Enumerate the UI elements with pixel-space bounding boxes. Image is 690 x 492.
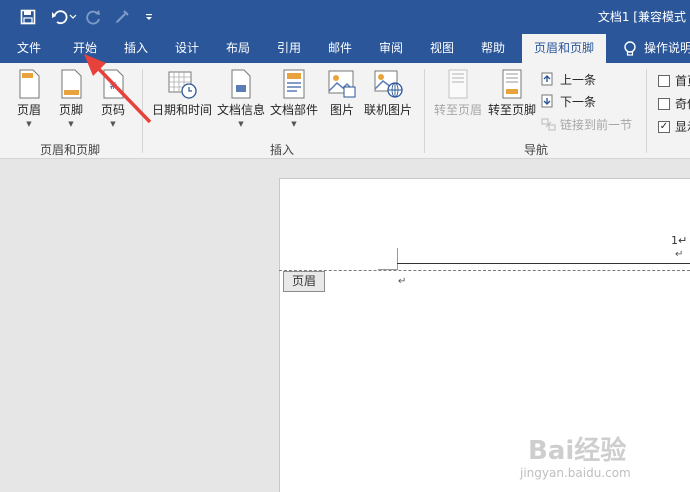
baidu-watermark: Bai经验 jingyan.baidu.com	[520, 430, 685, 490]
tab-header-footer[interactable]: 页眉和页脚	[522, 34, 606, 63]
tab-layout[interactable]: 布局	[215, 34, 261, 63]
page-number-button[interactable]: # 页码 ▼	[96, 69, 130, 128]
link-to-previous-button[interactable]: 链接到前一节	[541, 116, 632, 133]
svg-text:#: #	[109, 81, 117, 92]
group-label-navigation: 导航	[523, 143, 548, 157]
go-to-header-button[interactable]: 转至页眉	[432, 69, 484, 118]
tell-me-search[interactable]: 操作说明	[644, 34, 690, 63]
different-first-page-checkbox[interactable]: 首页	[658, 72, 690, 89]
tab-file[interactable]: 文件	[6, 34, 52, 63]
margin-marker	[397, 248, 398, 270]
checkbox-box	[658, 74, 670, 87]
ribbon-panel: 页眉 ▼ 页脚 ▼ # 页码 ▼ 页眉和页脚 日期和时间 文档信息 ▼ 文档部件…	[0, 63, 690, 159]
document-info-icon	[231, 69, 251, 99]
watermark-url: jingyan.baidu.com	[520, 466, 631, 480]
group-separator	[142, 69, 143, 153]
link-icon	[541, 118, 556, 130]
watermark-logo: Bai经验	[528, 436, 627, 466]
next-section-button[interactable]: 下一条	[541, 93, 596, 110]
chevron-down-icon: ▼	[238, 120, 244, 128]
online-picture-button[interactable]: 联机图片	[362, 69, 414, 118]
checkbox-checked-icon: ✓	[658, 120, 670, 133]
group-label-header-footer: 页眉和页脚	[39, 143, 100, 157]
title-bar: 文档1 [兼容模式	[0, 0, 690, 34]
picture-icon	[328, 70, 356, 98]
footer-icon	[61, 69, 82, 99]
checkbox-box	[658, 97, 670, 110]
group-separator	[646, 69, 647, 153]
document-info-button[interactable]: 文档信息 ▼	[216, 69, 266, 128]
group-label-insert: 插入	[269, 143, 294, 157]
header-boundary-line	[279, 270, 690, 271]
go-to-header-icon	[448, 69, 468, 99]
lightbulb-icon[interactable]	[622, 40, 638, 58]
customize-qat-icon[interactable]	[142, 7, 156, 27]
header-bottom-border	[397, 263, 690, 264]
quick-parts-icon	[283, 69, 305, 99]
go-to-footer-icon	[502, 69, 522, 99]
save-icon[interactable]	[18, 7, 38, 27]
tab-mailings[interactable]: 邮件	[317, 34, 363, 63]
chevron-down-icon: ▼	[110, 120, 116, 128]
different-odd-even-checkbox[interactable]: 奇偶	[658, 95, 690, 112]
format-painter-icon[interactable]	[112, 7, 132, 27]
tab-help[interactable]: 帮助	[470, 34, 516, 63]
page-number-icon: #	[103, 69, 124, 99]
chevron-down-icon: ▼	[68, 120, 74, 128]
header-page-number[interactable]: 1↵	[671, 234, 687, 247]
paragraph-mark: ↵	[398, 276, 407, 287]
chevron-down-icon: ▼	[26, 120, 32, 128]
header-icon	[19, 69, 40, 99]
tab-references[interactable]: 引用	[266, 34, 312, 63]
previous-icon	[541, 72, 553, 85]
header-tag: 页眉	[283, 271, 325, 292]
footer-button[interactable]: 页脚 ▼	[54, 69, 88, 128]
picture-button[interactable]: 图片	[326, 69, 358, 118]
tab-view[interactable]: 视图	[419, 34, 465, 63]
go-to-footer-button[interactable]: 转至页脚	[486, 69, 538, 118]
chevron-down-icon: ▼	[291, 120, 297, 128]
undo-icon[interactable]	[50, 7, 70, 27]
redo-icon[interactable]	[84, 7, 104, 27]
calendar-clock-icon	[168, 71, 197, 99]
date-time-button[interactable]: 日期和时间	[150, 69, 214, 118]
quick-parts-button[interactable]: 文档部件 ▼	[268, 69, 320, 128]
group-separator	[424, 69, 425, 153]
header-button[interactable]: 页眉 ▼	[12, 69, 46, 128]
tab-design[interactable]: 设计	[164, 34, 210, 63]
undo-dropdown-icon[interactable]	[68, 7, 78, 27]
next-icon	[541, 94, 553, 107]
window-title: 文档1 [兼容模式	[597, 10, 686, 24]
tab-home[interactable]: 开始	[62, 34, 108, 63]
online-picture-icon	[374, 70, 403, 98]
ribbon-tabs: 文件 开始 插入 设计 布局 引用 邮件 审阅 视图 帮助 页眉和页脚 操作说明	[0, 34, 690, 63]
previous-section-button[interactable]: 上一条	[541, 71, 596, 88]
tab-review[interactable]: 审阅	[368, 34, 414, 63]
paragraph-mark: ↵	[675, 249, 684, 260]
show-document-text-checkbox[interactable]: ✓显示	[658, 118, 690, 135]
tab-insert[interactable]: 插入	[113, 34, 159, 63]
